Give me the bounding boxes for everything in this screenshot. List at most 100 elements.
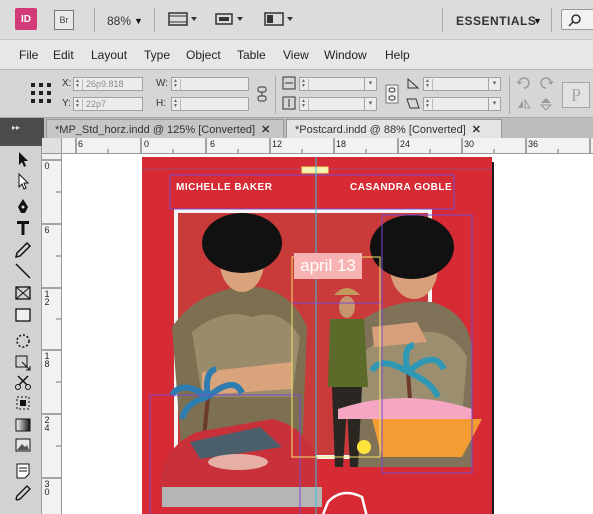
horizontal-ruler[interactable]: 6 0 6 12 18 24 30 36 (62, 138, 593, 154)
scale-y-field[interactable]: ▲ ▼ ▾ (299, 97, 377, 111)
reference-point-icon[interactable] (30, 82, 52, 104)
zoom-dropdown-icon[interactable]: ▼ (134, 16, 143, 26)
rotation-stepper-icon[interactable]: ▲ ▼ (425, 79, 433, 90)
separator (94, 8, 95, 32)
zoom-level[interactable]: 88% (107, 14, 131, 28)
workspace-switcher[interactable]: ESSENTIALS (456, 14, 536, 28)
pencil-tool-icon[interactable] (14, 241, 32, 259)
character-formatting-icon[interactable]: P (562, 82, 590, 108)
ruler-origin[interactable] (42, 138, 62, 154)
pen-tool-icon[interactable] (14, 198, 32, 216)
search-icon (568, 14, 581, 27)
y-label: Y: (62, 98, 71, 109)
scale-x-stepper-icon[interactable]: ▲ ▼ (301, 79, 309, 90)
image-placeholder-icon[interactable] (14, 436, 32, 454)
tab-label: *MP_Std_horz.indd @ 125% [Converted] (55, 124, 256, 136)
rotate-counterclockwise-icon[interactable] (538, 75, 554, 91)
tools-panel (0, 138, 42, 514)
type-tool-icon[interactable] (14, 219, 32, 237)
direct-selection-tool-icon[interactable] (14, 172, 32, 190)
arrange-documents-icon[interactable] (264, 11, 296, 27)
y-position-field[interactable]: ▲ ▼ 22p7 (73, 97, 143, 111)
shear-angle-field[interactable]: ▲ ▼ ▾ (423, 97, 501, 111)
scale-y-dropdown-icon[interactable]: ▾ (364, 98, 376, 110)
tools-panel-grip[interactable] (0, 138, 42, 146)
height-field[interactable]: ▲ ▼ (171, 97, 249, 111)
x-label: X: (62, 78, 72, 89)
free-transform-tool-icon[interactable] (14, 354, 32, 372)
h-stepper-icon[interactable]: ▲ ▼ (173, 99, 181, 110)
application-bar: ID Br 88% ▼ ESSENTIALS ▼ (0, 0, 593, 40)
rotation-angle-field[interactable]: ▲ ▼ ▾ (423, 77, 501, 91)
separator (509, 76, 510, 114)
shear-dropdown-icon[interactable]: ▾ (488, 98, 500, 110)
menu-layout[interactable]: Layout (91, 48, 127, 62)
gradient-feather-tool-icon[interactable] (14, 394, 32, 412)
menu-type[interactable]: Type (144, 48, 170, 62)
tab-postcard[interactable]: *Postcard.indd @ 88% [Converted] ✕ (286, 119, 502, 138)
separator (275, 76, 276, 114)
menu-object[interactable]: Object (186, 48, 221, 62)
line-tool-icon[interactable] (14, 262, 32, 280)
separator (154, 8, 155, 32)
constrain-proportions-icon[interactable] (256, 86, 268, 102)
screen-mode-icon[interactable] (214, 11, 246, 27)
flip-horizontal-icon[interactable] (516, 96, 532, 112)
view-options-icon[interactable] (168, 11, 200, 27)
rotate-clockwise-icon[interactable] (516, 75, 532, 91)
control-panel: X: ▲ ▼ 26p9.818 Y: ▲ ▼ 22p7 W: ▲ ▼ H: ▲ ▼ ▲ ▼ ▾ … (0, 70, 593, 118)
x-stepper-icon[interactable]: ▲ ▼ (75, 79, 83, 90)
ellipse-tool-icon[interactable] (14, 332, 32, 350)
horizontal-ruler-ticks (75, 138, 591, 153)
scale-x-icon (282, 76, 296, 90)
menu-file[interactable]: File (19, 48, 38, 62)
date-text-frame[interactable]: april 13 (294, 253, 362, 279)
w-label: W: (156, 78, 169, 89)
indesign-logo[interactable]: ID (15, 8, 37, 30)
bottom-lettering (321, 491, 368, 514)
close-icon[interactable]: ✕ (472, 124, 481, 136)
menu-edit[interactable]: Edit (53, 48, 74, 62)
flip-vertical-icon[interactable] (538, 96, 554, 112)
vertical-ruler[interactable]: 0 6 12 18 24 30 (42, 154, 62, 514)
rotation-angle-icon (407, 77, 420, 89)
workspace-dropdown-icon[interactable]: ▼ (533, 16, 542, 26)
name-right-text[interactable]: CASANDRA GOBLE (350, 182, 452, 193)
panel-collapse-icon[interactable]: ▸▸ (0, 118, 44, 138)
menu-window[interactable]: Window (324, 48, 367, 62)
shear-angle-icon (406, 98, 420, 109)
menu-help[interactable]: Help (385, 48, 410, 62)
width-field[interactable]: ▲ ▼ (171, 77, 249, 91)
constrain-scale-icon[interactable] (385, 84, 399, 104)
frame-handle[interactable] (301, 166, 329, 174)
y-stepper-icon[interactable]: ▲ ▼ (75, 99, 83, 110)
x-position-field[interactable]: ▲ ▼ 26p9.818 (73, 77, 143, 91)
close-icon[interactable]: ✕ (261, 124, 270, 136)
shear-stepper-icon[interactable]: ▲ ▼ (425, 99, 433, 110)
selection-tool-icon[interactable] (14, 150, 32, 168)
eyedropper-tool-icon[interactable] (14, 484, 32, 502)
scale-y-stepper-icon[interactable]: ▲ ▼ (301, 99, 309, 110)
bridge-button[interactable]: Br (54, 10, 74, 30)
gradient-swatch-tool-icon[interactable] (14, 416, 32, 434)
separator (551, 8, 552, 32)
left-person-image[interactable] (172, 213, 307, 457)
document-canvas[interactable]: MICHELLE BAKER CASANDRA GOBLE april 13 (62, 154, 593, 514)
rectangle-tool-icon[interactable] (14, 306, 32, 324)
scissors-tool-icon[interactable] (14, 374, 32, 392)
search-input[interactable] (561, 9, 593, 30)
rectangle-frame-tool-icon[interactable] (14, 284, 32, 302)
document-tab-strip: ▸▸ *MP_Std_horz.indd @ 125% [Converted] ✕… (0, 118, 593, 138)
scale-x-dropdown-icon[interactable]: ▾ (364, 78, 376, 90)
name-left-text[interactable]: MICHELLE BAKER (176, 182, 272, 193)
menu-view[interactable]: View (283, 48, 309, 62)
note-tool-icon[interactable] (14, 462, 32, 480)
postcard-artwork (142, 157, 492, 514)
tab-mp-std-horz[interactable]: *MP_Std_horz.indd @ 125% [Converted] ✕ (46, 119, 284, 138)
w-stepper-icon[interactable]: ▲ ▼ (173, 79, 181, 90)
postcard-page[interactable]: MICHELLE BAKER CASANDRA GOBLE april 13 (142, 157, 492, 514)
rotation-dropdown-icon[interactable]: ▾ (488, 78, 500, 90)
menu-table[interactable]: Table (237, 48, 266, 62)
menu-bar: File Edit Layout Type Object Table View … (0, 40, 593, 70)
scale-x-field[interactable]: ▲ ▼ ▾ (299, 77, 377, 91)
